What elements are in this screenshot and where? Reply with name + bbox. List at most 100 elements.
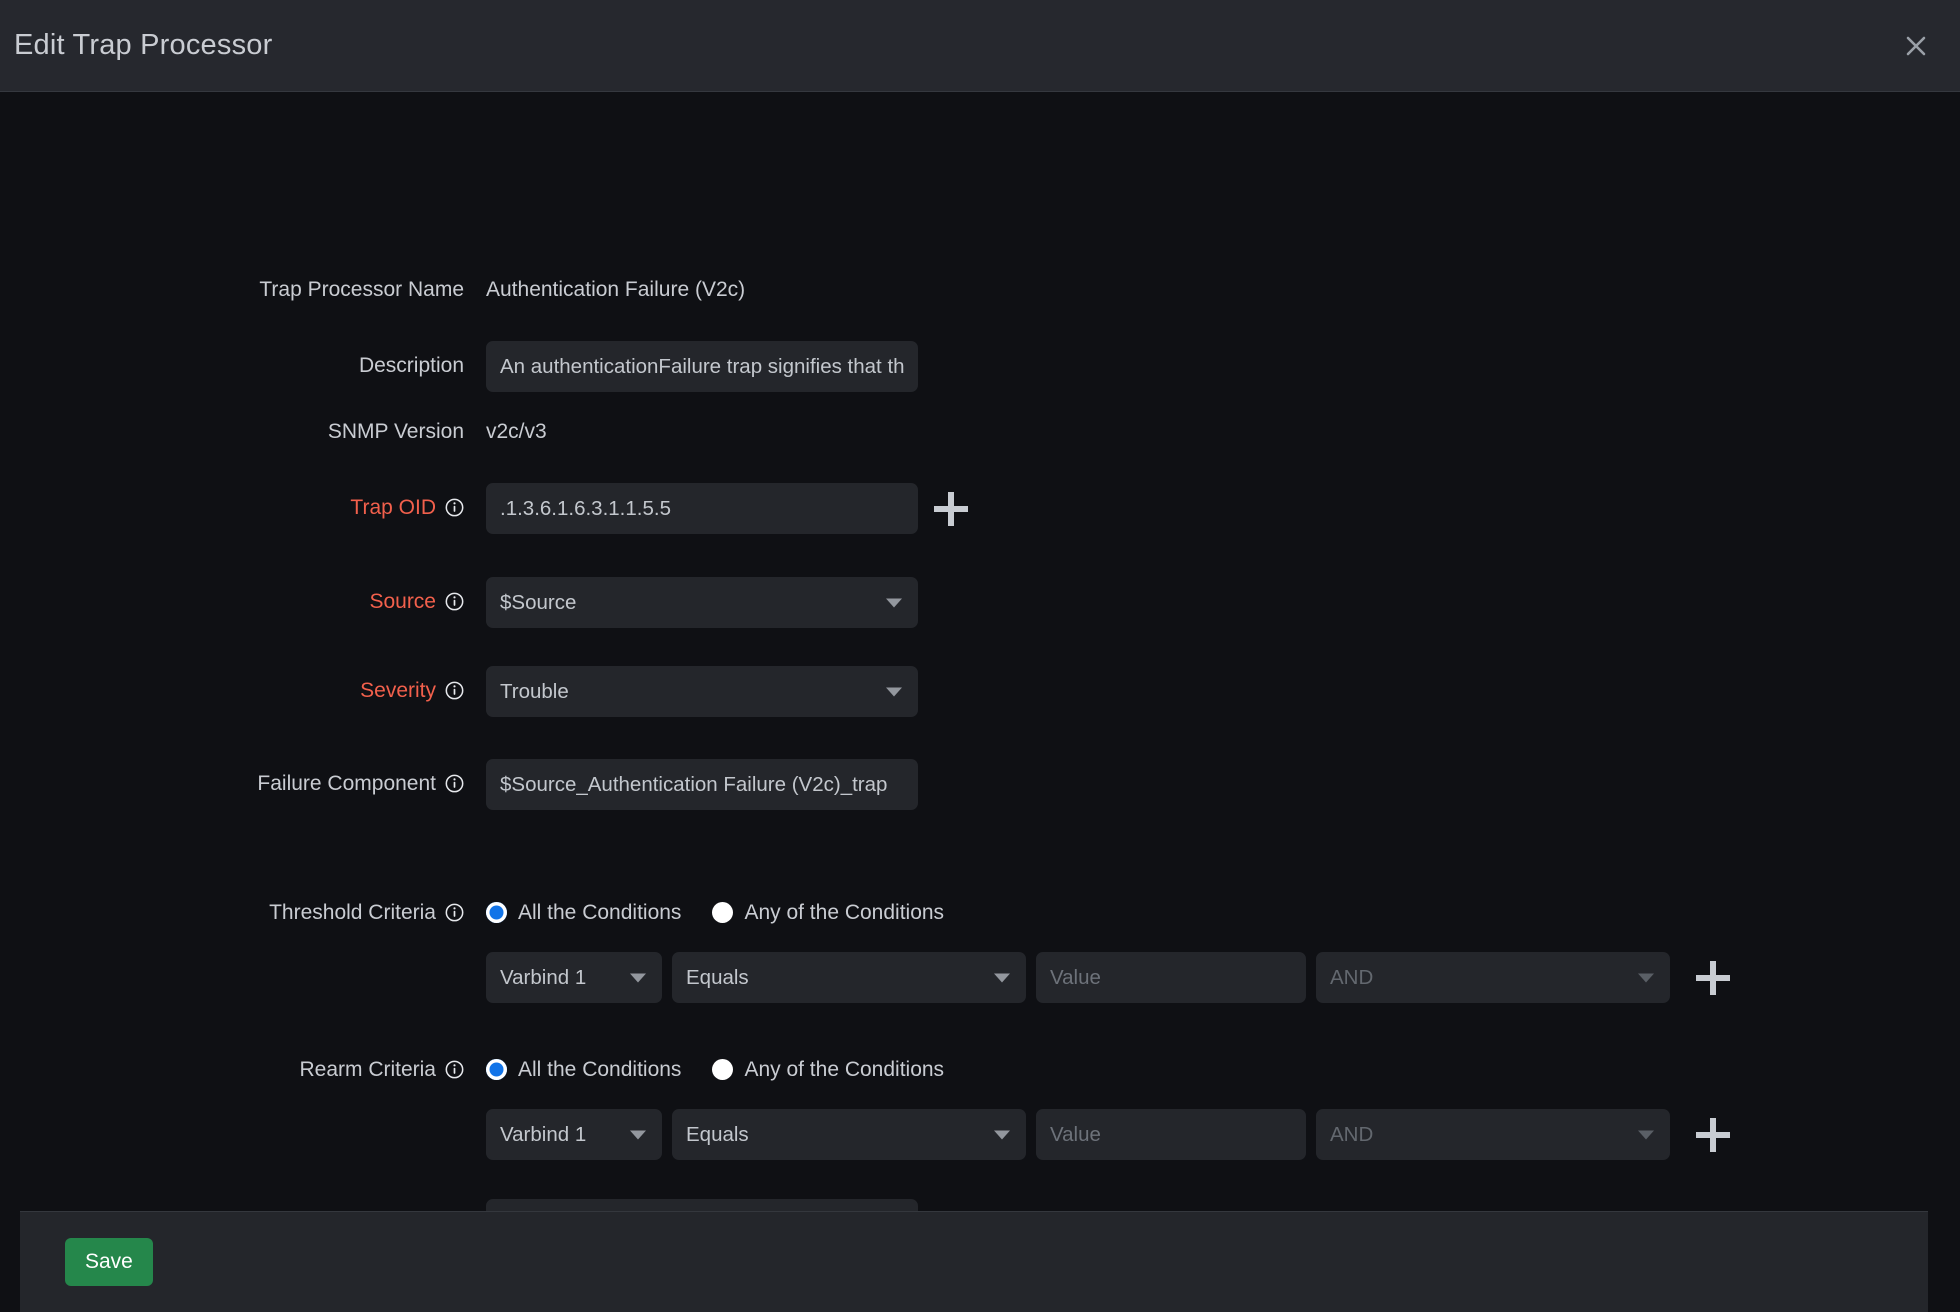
label-text: Description xyxy=(359,355,464,376)
daily-limit-field-wrap: 500 Traps xyxy=(486,1199,918,1211)
threshold-logic-select[interactable]: AND xyxy=(1316,952,1670,1003)
label-text: Severity xyxy=(360,680,436,701)
severity-field-wrap: Trouble xyxy=(486,666,918,717)
field-row-snmp-version: SNMP Version v2c/v3 xyxy=(0,421,547,442)
label-snmp-version: SNMP Version xyxy=(0,421,486,442)
label-rearm-criteria: Rearm Criteria xyxy=(0,1059,486,1080)
rearm-operator-select[interactable]: Equals xyxy=(672,1109,1026,1160)
value-trap-processor-name-wrap: Authentication Failure (V2c) xyxy=(486,279,745,300)
add-trap-oid-plus-icon[interactable] xyxy=(934,492,968,526)
field-row-trap-oid: Trap OID xyxy=(0,483,968,534)
label-threshold-criteria: Threshold Criteria xyxy=(0,902,486,923)
field-row-severity: Severity Trouble xyxy=(0,666,918,717)
info-icon[interactable] xyxy=(445,498,464,517)
threshold-value-input[interactable] xyxy=(1036,952,1306,1003)
label-text: SNMP Version xyxy=(328,421,464,442)
radio-indicator xyxy=(712,902,733,923)
info-icon[interactable] xyxy=(445,681,464,700)
info-icon[interactable] xyxy=(445,592,464,611)
chevron-down-icon xyxy=(994,973,1010,982)
chevron-down-icon xyxy=(886,687,902,696)
add-threshold-condition-plus-icon[interactable] xyxy=(1696,961,1730,995)
threshold-criteria-radio-group: All the Conditions Any of the Conditions xyxy=(486,902,975,923)
chevron-down-icon xyxy=(994,1130,1010,1139)
field-row-trap-processor-name: Trap Processor Name Authentication Failu… xyxy=(0,279,745,300)
field-row-rearm-criteria: Rearm Criteria All the Conditions Any of… xyxy=(0,1059,975,1080)
failure-component-field-wrap xyxy=(486,759,918,810)
threshold-varbind-select[interactable]: Varbind 1 xyxy=(486,952,662,1003)
radio-label: Any of the Conditions xyxy=(744,1059,944,1080)
value-snmp-version-wrap: v2c/v3 xyxy=(486,421,547,442)
field-row-failure-component: Failure Component xyxy=(0,759,918,810)
chevron-down-icon xyxy=(1638,1130,1654,1139)
close-icon[interactable] xyxy=(1894,24,1938,68)
label-text: Failure Component xyxy=(257,773,436,794)
label-text: Rearm Criteria xyxy=(299,1059,436,1080)
rearm-value-input[interactable] xyxy=(1036,1109,1306,1160)
chevron-down-icon xyxy=(630,1130,646,1139)
source-select-value: $Source xyxy=(500,591,576,615)
dialog-header: Edit Trap Processor xyxy=(0,0,1960,92)
severity-select-value: Trouble xyxy=(500,680,569,704)
dialog-footer: Save xyxy=(20,1211,1928,1312)
daily-limit-select[interactable]: 500 Traps xyxy=(486,1199,918,1211)
field-row-source: Source $Source xyxy=(0,577,918,628)
threshold-logic-value: AND xyxy=(1330,966,1373,990)
label-trap-oid: Trap OID xyxy=(0,483,486,518)
rearm-criteria-radio-group: All the Conditions Any of the Conditions xyxy=(486,1059,975,1080)
add-rearm-condition-plus-icon[interactable] xyxy=(1696,1118,1730,1152)
label-text: Threshold Criteria xyxy=(269,902,436,923)
label-failure-component: Failure Component xyxy=(0,759,486,794)
description-field-wrap xyxy=(486,341,918,392)
chevron-down-icon xyxy=(886,598,902,607)
value-snmp-version: v2c/v3 xyxy=(486,421,547,442)
dialog-body: Trap Processor Name Authentication Failu… xyxy=(0,92,1960,1211)
radio-indicator-selected xyxy=(486,902,507,923)
label-daily-limit: Daily Limit xyxy=(0,1199,486,1211)
label-text: Source xyxy=(369,591,436,612)
trap-oid-input[interactable] xyxy=(486,483,918,534)
rearm-varbind-value: Varbind 1 xyxy=(500,1123,586,1147)
radio-label: All the Conditions xyxy=(518,1059,681,1080)
description-input[interactable] xyxy=(486,341,918,392)
value-trap-processor-name: Authentication Failure (V2c) xyxy=(486,279,745,300)
threshold-radio-any-conditions[interactable]: Any of the Conditions xyxy=(712,902,944,923)
label-text: Trap Processor Name xyxy=(259,279,464,300)
rearm-condition-controls: Varbind 1 Equals AND xyxy=(486,1109,1730,1160)
radio-indicator xyxy=(712,1059,733,1080)
rearm-varbind-select[interactable]: Varbind 1 xyxy=(486,1109,662,1160)
label-text: Trap OID xyxy=(350,497,436,518)
save-button[interactable]: Save xyxy=(65,1238,153,1286)
trap-oid-field-wrap xyxy=(486,483,968,534)
label-description: Description xyxy=(0,341,486,376)
info-icon[interactable] xyxy=(445,774,464,793)
threshold-condition-controls: Varbind 1 Equals AND xyxy=(486,952,1730,1003)
chevron-down-icon xyxy=(1638,973,1654,982)
rearm-radio-all-conditions[interactable]: All the Conditions xyxy=(486,1059,681,1080)
rearm-logic-value: AND xyxy=(1330,1123,1373,1147)
label-severity: Severity xyxy=(0,666,486,701)
field-row-description: Description xyxy=(0,341,918,392)
rearm-logic-select[interactable]: AND xyxy=(1316,1109,1670,1160)
chevron-down-icon xyxy=(630,973,646,982)
radio-label: Any of the Conditions xyxy=(744,902,944,923)
info-icon[interactable] xyxy=(445,1060,464,1079)
failure-component-input[interactable] xyxy=(486,759,918,810)
radio-label: All the Conditions xyxy=(518,902,681,923)
severity-select[interactable]: Trouble xyxy=(486,666,918,717)
threshold-operator-value: Equals xyxy=(686,966,749,990)
field-row-threshold-criteria: Threshold Criteria All the Conditions An… xyxy=(0,902,975,923)
rearm-condition-row: Varbind 1 Equals AND xyxy=(0,1109,1730,1160)
page-title: Edit Trap Processor xyxy=(14,29,272,62)
rearm-operator-value: Equals xyxy=(686,1123,749,1147)
threshold-varbind-value: Varbind 1 xyxy=(500,966,586,990)
source-select[interactable]: $Source xyxy=(486,577,918,628)
radio-indicator-selected xyxy=(486,1059,507,1080)
threshold-condition-row: Varbind 1 Equals AND xyxy=(0,952,1730,1003)
info-icon[interactable] xyxy=(445,903,464,922)
rearm-radio-any-conditions[interactable]: Any of the Conditions xyxy=(712,1059,944,1080)
label-source: Source xyxy=(0,577,486,612)
threshold-operator-select[interactable]: Equals xyxy=(672,952,1026,1003)
field-row-daily-limit: Daily Limit 500 Traps xyxy=(0,1199,918,1211)
threshold-radio-all-conditions[interactable]: All the Conditions xyxy=(486,902,681,923)
